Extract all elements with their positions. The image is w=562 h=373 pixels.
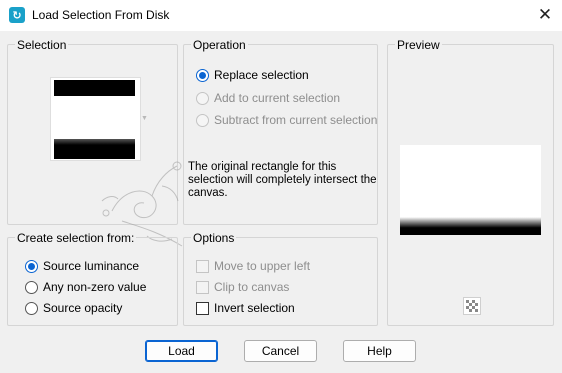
add-to-selection-label: Add to current selection (214, 91, 341, 105)
checkbox-indicator[interactable] (196, 301, 209, 315)
source-luminance-radio[interactable]: Source luminance (25, 259, 139, 273)
app-icon: ↻ (9, 7, 25, 23)
invert-selection-label: Invert selection (214, 301, 295, 315)
source-luminance-label: Source luminance (43, 259, 140, 273)
title-bar: ↻ Load Selection From Disk ✕ (0, 0, 562, 31)
operation-group-title: Operation (191, 38, 248, 52)
any-non-zero-radio[interactable]: Any non-zero value (25, 280, 146, 294)
move-to-upper-left-label: Move to upper left (214, 259, 311, 273)
operation-info-text: The original rectangle for this selectio… (188, 161, 377, 199)
options-group: Options Move to upper left Clip to canva… (183, 231, 378, 326)
any-non-zero-label: Any non-zero value (43, 280, 147, 294)
source-opacity-label: Source opacity (43, 301, 123, 315)
replace-selection-label: Replace selection (214, 68, 309, 82)
radio-indicator[interactable] (196, 113, 209, 127)
radio-indicator[interactable] (25, 301, 38, 315)
selection-group-title: Selection (15, 38, 69, 52)
transparency-checker-icon[interactable] (463, 297, 481, 315)
invert-selection-checkbox[interactable]: Invert selection (196, 301, 295, 315)
preview-gradient-band (400, 217, 541, 235)
radio-indicator[interactable] (196, 68, 209, 82)
checker-glyph (466, 300, 478, 312)
checkbox-indicator[interactable] (196, 259, 209, 273)
thumbnail-top-band (54, 80, 135, 96)
subtract-from-selection-radio[interactable]: Subtract from current selection (196, 113, 377, 127)
move-to-upper-left-checkbox[interactable]: Move to upper left (196, 259, 310, 273)
preview-group: Preview (387, 38, 554, 326)
cancel-button[interactable]: Cancel (244, 340, 317, 362)
create-selection-group: Create selection from: Source luminance … (7, 231, 178, 326)
options-group-title: Options (191, 231, 237, 245)
add-to-selection-radio[interactable]: Add to current selection (196, 91, 340, 105)
window-title: Load Selection From Disk (32, 8, 170, 22)
checkbox-indicator[interactable] (196, 280, 209, 294)
help-button[interactable]: Help (343, 340, 416, 362)
subtract-from-selection-label: Subtract from current selection (214, 113, 378, 127)
preview-image (400, 145, 541, 235)
load-button[interactable]: Load (145, 340, 218, 362)
thumbnail-dropdown-icon[interactable]: ▼ (141, 115, 148, 122)
preview-group-title: Preview (395, 38, 442, 52)
close-button[interactable]: ✕ (532, 3, 558, 27)
radio-indicator[interactable] (25, 259, 38, 273)
clip-to-canvas-checkbox[interactable]: Clip to canvas (196, 280, 289, 294)
source-opacity-radio[interactable]: Source opacity (25, 301, 122, 315)
clip-to-canvas-label: Clip to canvas (214, 280, 290, 294)
radio-indicator[interactable] (25, 280, 38, 294)
dialog-body: Selection ▼ Operation Replace selection … (0, 31, 562, 373)
selection-thumbnail[interactable] (50, 77, 141, 161)
radio-indicator[interactable] (196, 91, 209, 105)
create-selection-group-title: Create selection from: (15, 231, 137, 245)
replace-selection-radio[interactable]: Replace selection (196, 68, 309, 82)
